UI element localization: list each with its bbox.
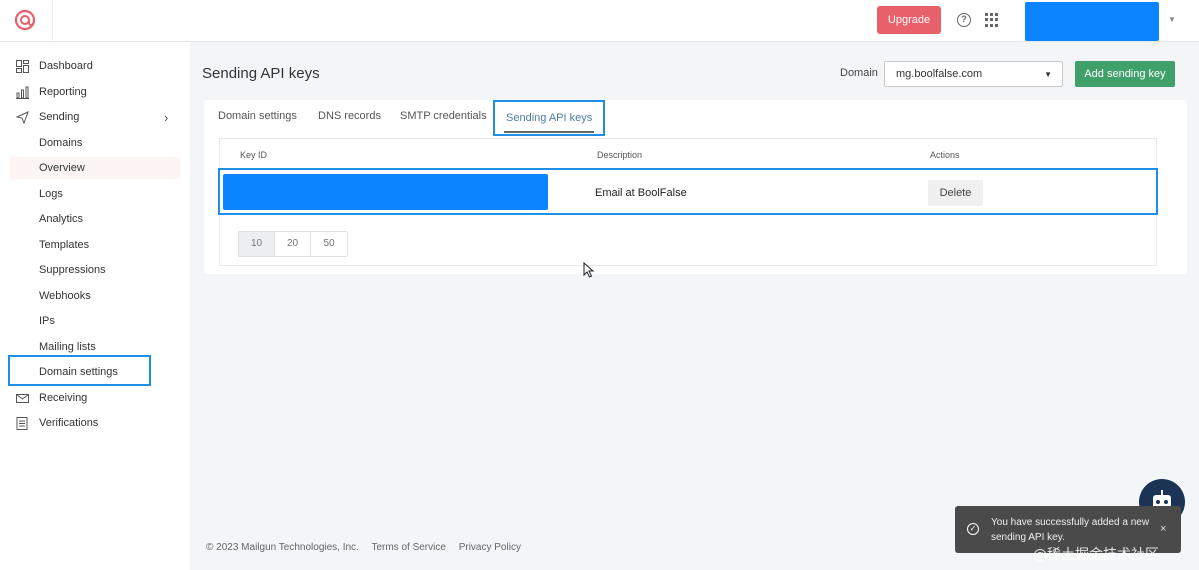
tab-dns-records[interactable]: DNS records	[318, 110, 381, 122]
chevron-down-icon[interactable]: ▼	[1168, 15, 1176, 24]
reporting-icon	[16, 86, 29, 99]
divider	[52, 0, 53, 42]
top-bar: Upgrade ? ▼	[0, 0, 1199, 42]
delete-button[interactable]: Delete	[928, 180, 983, 206]
domain-select-value: mg.boolfalse.com	[896, 68, 983, 80]
page-size-10[interactable]: 10	[239, 232, 275, 256]
chevron-down-icon: ▼	[1044, 70, 1052, 79]
sidebar-item-domains[interactable]: Domains	[0, 132, 190, 154]
list-icon	[16, 416, 28, 430]
keys-table: Key ID Description Actions Email at Bool…	[218, 138, 1158, 266]
tab-smtp-credentials[interactable]: SMTP credentials	[400, 110, 487, 122]
domain-label: Domain	[840, 67, 878, 79]
sidebar-item-label: Templates	[39, 239, 90, 251]
column-header-description: Description	[597, 150, 643, 160]
mail-icon	[16, 393, 29, 403]
api-keys-card: Domain settings DNS records SMTP credent…	[204, 100, 1187, 274]
apps-grid-icon[interactable]	[985, 13, 999, 27]
table-row: Email at BoolFalse Delete	[218, 168, 1158, 215]
sidebar-item-label: Domains	[39, 137, 83, 149]
sidebar-item-label: Suppressions	[39, 264, 106, 276]
account-menu-redacted[interactable]	[1025, 2, 1159, 41]
sidebar-item-label: Webhooks	[39, 290, 91, 302]
add-sending-key-button[interactable]: Add sending key	[1075, 61, 1175, 87]
sidebar-item-label: Verifications	[39, 417, 99, 429]
toast-message: You have successfully added a new sendin…	[991, 517, 1150, 543]
sidebar: Dashboard Reporting Sending › Domains Ov…	[0, 42, 190, 570]
sidebar-item-analytics[interactable]: Analytics	[0, 208, 190, 230]
sidebar-item-suppressions[interactable]: Suppressions	[0, 259, 190, 281]
help-icon[interactable]: ?	[957, 13, 971, 27]
domain-select[interactable]: mg.boolfalse.com ▼	[884, 61, 1063, 87]
sidebar-item-reporting[interactable]: Reporting	[0, 81, 190, 103]
mouse-cursor-icon	[583, 262, 595, 278]
footer: © 2023 Mailgun Technologies, Inc. Terms …	[206, 542, 531, 553]
active-tab-indicator	[504, 131, 594, 133]
page-size-selector: 10 20 50	[238, 231, 348, 257]
sidebar-item-ips[interactable]: IPs	[0, 310, 190, 332]
privacy-link[interactable]: Privacy Policy	[459, 542, 521, 553]
sidebar-item-receiving[interactable]: Receiving	[0, 387, 190, 409]
check-circle-icon: ✓	[967, 523, 979, 535]
sidebar-item-overview[interactable]: Overview	[10, 157, 180, 179]
send-icon	[16, 110, 29, 124]
dashboard-icon	[16, 59, 29, 73]
sidebar-item-sending[interactable]: Sending ›	[0, 106, 190, 128]
sidebar-item-label: Logs	[39, 188, 63, 200]
upgrade-button[interactable]: Upgrade	[877, 6, 941, 34]
page-size-20[interactable]: 20	[275, 232, 311, 256]
key-id-redacted	[223, 174, 548, 210]
copyright-text: © 2023 Mailgun Technologies, Inc.	[206, 542, 359, 553]
sidebar-item-verifications[interactable]: Verifications	[0, 412, 190, 434]
sidebar-item-logs[interactable]: Logs	[0, 183, 190, 205]
sidebar-item-label: Sending	[39, 111, 80, 123]
sidebar-item-label: Analytics	[39, 213, 84, 225]
sidebar-item-dashboard[interactable]: Dashboard	[0, 55, 190, 77]
main-content: Sending API keys Domain mg.boolfalse.com…	[190, 42, 1199, 570]
sidebar-item-label: Reporting	[39, 86, 87, 98]
sidebar-item-label: Dashboard	[39, 60, 93, 72]
page-title: Sending API keys	[202, 65, 320, 82]
sidebar-item-webhooks[interactable]: Webhooks	[0, 285, 190, 307]
watermark: @稀土掘金技术社区	[1033, 547, 1159, 563]
terms-link[interactable]: Terms of Service	[371, 542, 445, 553]
sidebar-item-label: Receiving	[39, 392, 88, 404]
mailgun-logo-icon[interactable]	[14, 9, 36, 31]
chevron-right-icon[interactable]: ›	[164, 110, 168, 125]
close-icon[interactable]: ×	[1160, 523, 1166, 535]
sidebar-item-label: Overview	[39, 162, 85, 174]
description-cell: Email at BoolFalse	[595, 187, 687, 199]
highlight-box-domain-settings	[8, 355, 151, 386]
sidebar-item-label: Mailing lists	[39, 341, 96, 353]
sidebar-item-templates[interactable]: Templates	[0, 234, 190, 256]
page-size-50[interactable]: 50	[311, 232, 347, 256]
column-header-actions: Actions	[930, 150, 960, 160]
tab-domain-settings[interactable]: Domain settings	[218, 110, 297, 122]
sidebar-item-label: IPs	[39, 315, 55, 327]
tab-sending-api-keys[interactable]: Sending API keys	[506, 112, 592, 124]
column-header-key-id: Key ID	[240, 150, 268, 160]
